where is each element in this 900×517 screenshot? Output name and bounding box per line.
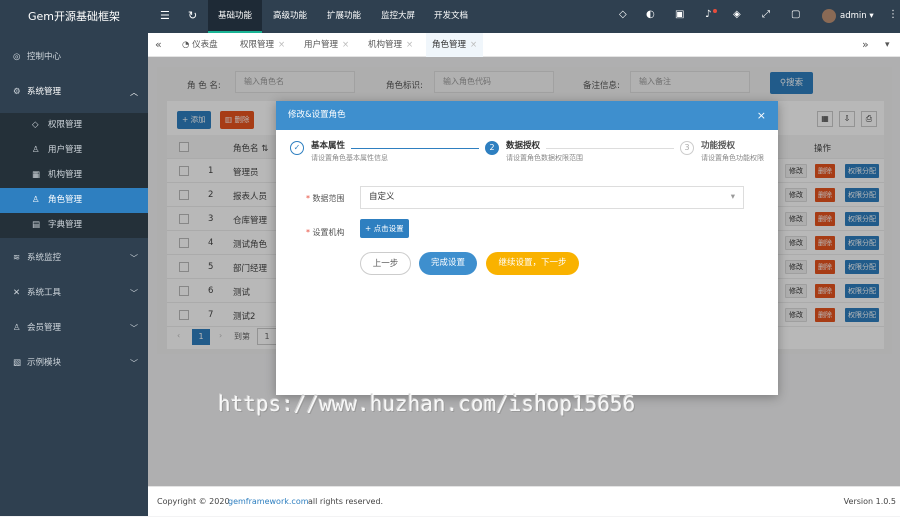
- chevron-down-icon: ﹀: [130, 324, 138, 333]
- close-icon[interactable]: ×: [406, 40, 413, 50]
- user-menu[interactable]: admin ▾: [840, 11, 874, 21]
- gauge-icon: ◔: [182, 40, 193, 50]
- bell-icon[interactable]: ♪: [705, 9, 711, 20]
- sidebar-group-dashboard[interactable]: ◎ 控制中心: [0, 40, 148, 75]
- monitor-icon: ≋: [13, 253, 21, 263]
- watermark: https://www.huzhan.com/ishop15656: [218, 392, 636, 416]
- chevron-down-icon: ﹀: [130, 254, 138, 263]
- dialog-header: 修改&设置角色 ×: [276, 101, 778, 130]
- chevron-up-icon: ︿: [130, 88, 138, 97]
- footer: Copyright © 2020 gemframework.com all ri…: [148, 486, 900, 516]
- nav-docs[interactable]: 开发文档: [428, 0, 474, 33]
- tab-dashboard[interactable]: ◔ 仪表盘: [176, 33, 224, 57]
- chevron-down-icon: ﹀: [130, 359, 138, 368]
- step-title: 基本属性: [311, 141, 346, 151]
- chevron-down-icon: ﹀: [130, 289, 138, 298]
- sidebar-group-monitor[interactable]: ≋ 系统监控 ﹀: [0, 241, 148, 276]
- nav-basic[interactable]: 基础功能: [208, 0, 262, 33]
- org-label: * 设置机构: [306, 228, 345, 237]
- step-title: 数据授权: [506, 141, 541, 151]
- avatar[interactable]: [822, 9, 836, 23]
- sidebar: ◎ 控制中心 ⚙ 系统管理 ︿ ◇ 权限管理 ♙ 用户管理 ▦ 机构管理 ♙ 角色管理 ▤ 字典…: [0, 33, 148, 516]
- close-icon[interactable]: ×: [278, 40, 285, 50]
- role-icon: ♙: [32, 195, 40, 205]
- prev-step-button[interactable]: 上一步: [360, 252, 411, 275]
- dashboard-icon: ◎: [13, 52, 21, 62]
- role-dialog: 修改&设置角色 × ✓ 基本属性 请设置角色基本属性信息 2 数据授权 请设置角…: [276, 101, 778, 395]
- tabs-scroll-right-icon[interactable]: »: [862, 38, 869, 51]
- close-icon[interactable]: ×: [470, 40, 477, 50]
- copyright-text: Copyright © 2020: [157, 497, 230, 506]
- tab-org[interactable]: 机构管理 ×: [362, 33, 419, 57]
- tabs-scroll-left-icon[interactable]: «: [155, 38, 162, 51]
- site-link[interactable]: gemframework.com: [228, 487, 309, 517]
- sidebar-item-user[interactable]: ♙ 用户管理: [0, 138, 148, 163]
- menu-toggle-icon[interactable]: ☰: [160, 9, 170, 22]
- sidebar-item-role[interactable]: ♙ 角色管理: [0, 188, 148, 213]
- shield-icon: ◇: [32, 120, 39, 130]
- step-connector: [546, 148, 674, 149]
- step-desc: 请设置角色数据权限范围: [506, 154, 583, 162]
- sidebar-group-system[interactable]: ⚙ 系统管理 ︿: [0, 75, 148, 110]
- version-text: Version 1.0.5: [843, 497, 896, 506]
- top-bar: Gem开源基础框架 ☰ ↻ 基础功能 高级功能 扩展功能 监控大屏 开发文档 ◇…: [0, 0, 900, 33]
- step-number: 3: [680, 141, 694, 155]
- step-desc: 请设置角色基本属性信息: [311, 154, 388, 162]
- sidebar-item-permission[interactable]: ◇ 权限管理: [0, 113, 148, 138]
- tag-icon[interactable]: ◈: [733, 9, 741, 20]
- plus-icon: +: [365, 224, 374, 233]
- example-icon: ▧: [13, 358, 22, 368]
- tab-user[interactable]: 用户管理 ×: [298, 33, 355, 57]
- sidebar-group-member[interactable]: ♙ 会员管理 ﹀: [0, 311, 148, 346]
- chevron-down-icon: ▾: [730, 192, 735, 202]
- notification-dot: [713, 9, 717, 13]
- step-number: 2: [485, 141, 499, 155]
- nav-extension[interactable]: 扩展功能: [320, 0, 368, 33]
- org-icon: ▦: [32, 170, 41, 180]
- tab-bar: « ◔ 仪表盘 权限管理 × 用户管理 × 机构管理 × 角色管理 × » ▾: [148, 33, 900, 57]
- tabs-menu-icon[interactable]: ▾: [885, 40, 890, 50]
- member-icon: ♙: [13, 323, 21, 333]
- close-icon[interactable]: ×: [757, 101, 766, 130]
- dialog-title: 修改&设置角色: [288, 110, 346, 120]
- user-icon: ♙: [32, 145, 40, 155]
- sidebar-item-dict[interactable]: ▤ 字典管理: [0, 213, 148, 238]
- lock-icon[interactable]: ▢: [791, 9, 800, 20]
- username: admin: [840, 11, 867, 21]
- sidebar-group-tools[interactable]: ✕ 系统工具 ﹀: [0, 276, 148, 311]
- theme-icon[interactable]: ◐: [646, 9, 655, 20]
- sidebar-group-example[interactable]: ▧ 示例模块 ﹀: [0, 346, 148, 381]
- sidebar-item-org[interactable]: ▦ 机构管理: [0, 163, 148, 188]
- tools-icon: ✕: [13, 288, 21, 298]
- close-icon[interactable]: ×: [342, 40, 349, 50]
- step-check-icon: ✓: [290, 141, 304, 155]
- set-org-button[interactable]: + 点击设置: [360, 219, 409, 238]
- step-desc: 请设置角色功能权限: [701, 154, 764, 162]
- dict-icon: ▤: [32, 220, 41, 230]
- step-connector: [351, 148, 479, 149]
- tab-permission[interactable]: 权限管理 ×: [234, 33, 291, 57]
- refresh-icon[interactable]: ↻: [188, 9, 197, 22]
- fullscreen-icon[interactable]: ⤢: [762, 9, 770, 20]
- tab-role[interactable]: 角色管理 ×: [426, 33, 484, 57]
- finish-button[interactable]: 完成设置: [419, 252, 477, 275]
- message-icon[interactable]: ▣: [675, 9, 684, 20]
- next-step-button[interactable]: 继续设置，下一步: [486, 252, 579, 275]
- step-title: 功能授权: [701, 141, 736, 151]
- diamond-icon[interactable]: ◇: [619, 9, 627, 20]
- more-icon[interactable]: ⋮: [888, 9, 898, 20]
- scope-select[interactable]: 自定义 ▾: [360, 186, 744, 209]
- settings-icon: ⚙: [13, 87, 21, 97]
- scope-label: * 数据范围: [306, 194, 345, 203]
- app-title: Gem开源基础框架: [27, 10, 120, 23]
- nav-monitor[interactable]: 监控大屏: [374, 0, 422, 33]
- rights-text: all rights reserved.: [308, 497, 384, 506]
- nav-advanced[interactable]: 高级功能: [266, 0, 314, 33]
